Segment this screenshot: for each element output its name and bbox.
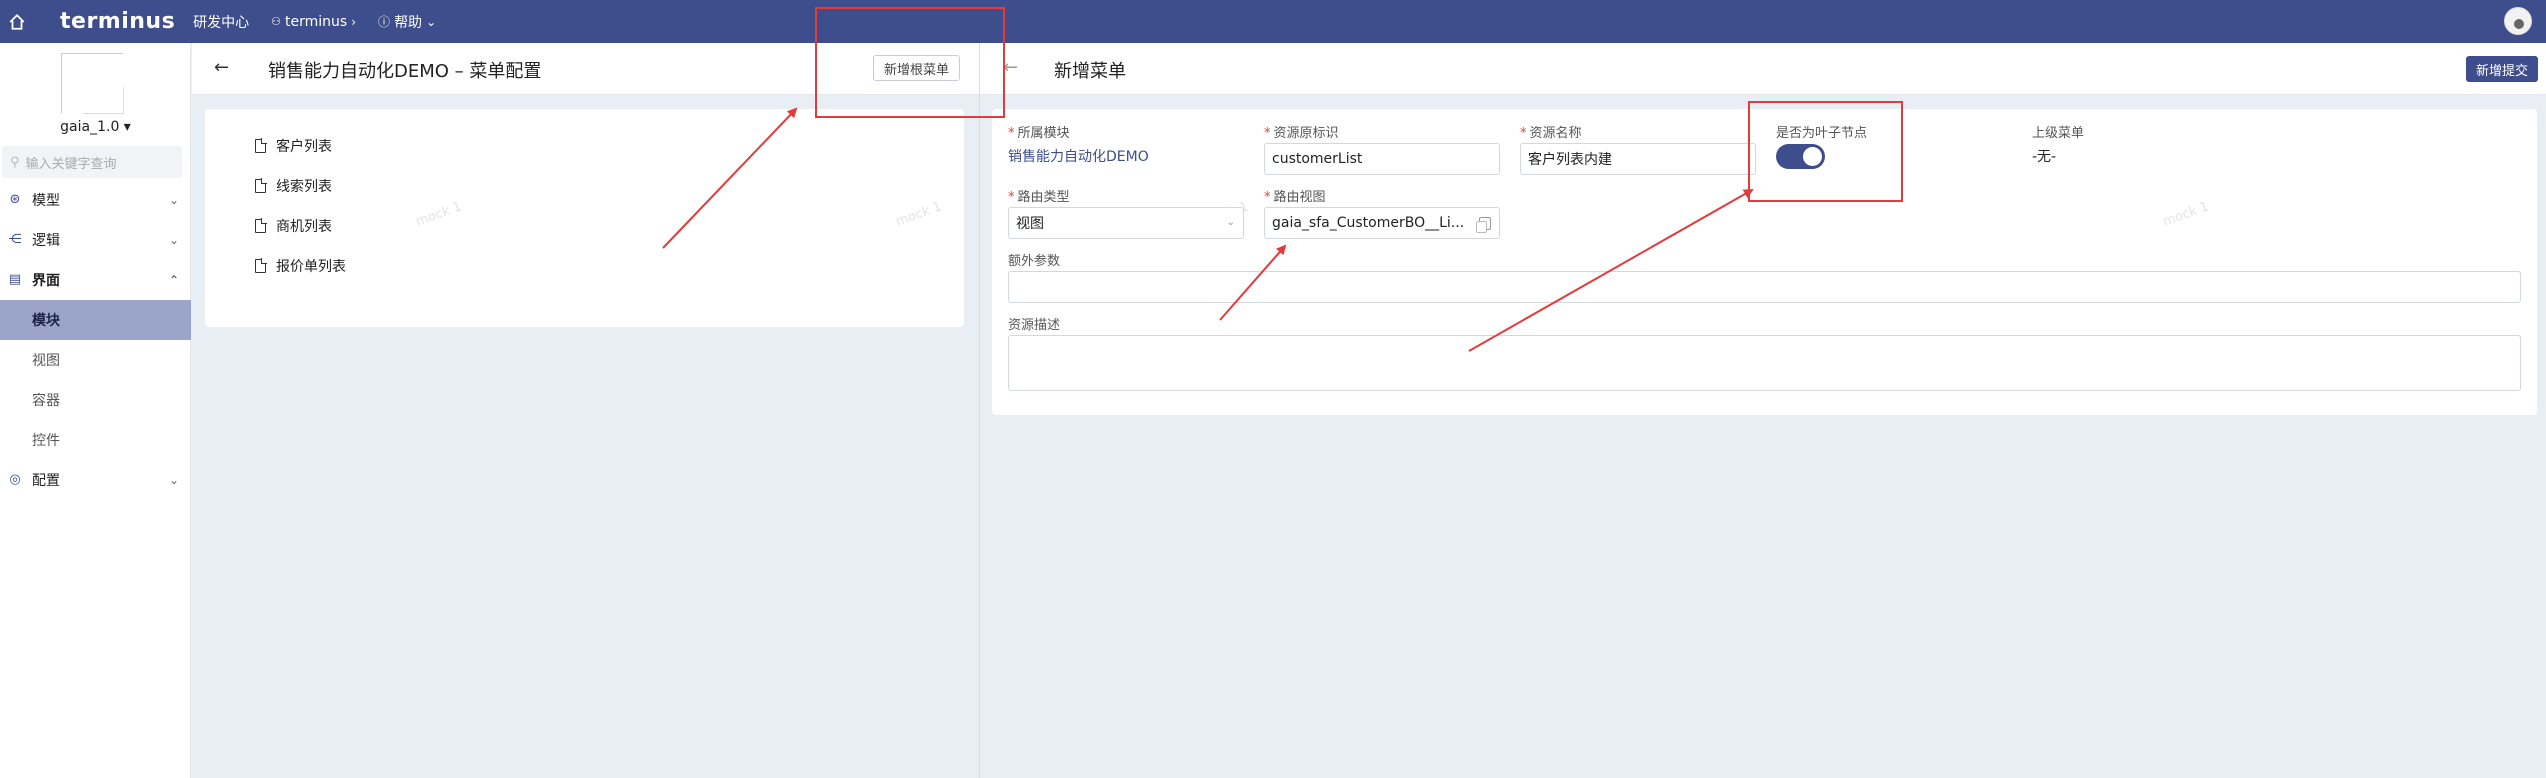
search-icon: ⚲ — [10, 154, 20, 170]
parent-menu-label: 上级菜单 — [2032, 126, 2085, 141]
chevron-up-icon: ⌃ — [168, 273, 179, 287]
search-input[interactable]: ⚲ 输入关键字查询 — [2, 146, 182, 178]
submit-new-button[interactable]: 新增提交 — [2465, 56, 2538, 82]
nav-dev-center-label: 研发中心 — [193, 14, 250, 31]
file-icon — [255, 258, 267, 273]
route-view-value: gaia_sfa_CustomerBO__Li... — [1272, 215, 1465, 231]
sidebar-item-view[interactable]: 视图 — [0, 340, 191, 380]
copy-icon[interactable] — [1476, 217, 1491, 233]
tree-item-label: 商机列表 — [276, 219, 332, 235]
layout-icon: ▤ — [8, 272, 22, 287]
parent-menu-value: -无- — [2032, 149, 2057, 165]
route-type-select[interactable]: 视图 ⌄ — [1008, 207, 1244, 239]
avatar[interactable] — [2504, 7, 2532, 35]
resource-key-input[interactable]: customerList — [1264, 143, 1500, 175]
route-view-input[interactable]: gaia_sfa_CustomerBO__Li... — [1264, 207, 1500, 239]
brand-logo[interactable]: terminus — [60, 9, 175, 34]
sidebar: gaia_1.0 ▾ ⚲ 输入关键字查询 ⊛ 模型 ⌄ ⋲ 逻辑 ⌄ ▤ 界面 … — [0, 43, 191, 778]
home-icon[interactable] — [8, 13, 26, 31]
route-type-value: 视图 — [1016, 216, 1044, 232]
nav-org[interactable]: ⚇ terminus › — [271, 14, 356, 30]
sidebar-item-ui[interactable]: ▤ 界面 ⌃ — [0, 260, 191, 300]
watermark: mock 1 — [2160, 199, 2211, 230]
sidebar-item-label: 界面 — [32, 273, 60, 289]
app-logo-image — [61, 53, 124, 114]
sidebar-item-control[interactable]: 控件 — [0, 420, 191, 460]
route-view-label: * 路由视图 — [1264, 190, 1326, 205]
sidebar-item-module[interactable]: 模块 — [0, 300, 191, 340]
sidebar-item-logic[interactable]: ⋲ 逻辑 ⌄ — [0, 220, 191, 260]
page-title: 销售能力自动化DEMO – 菜单配置 — [268, 61, 542, 82]
tree-item[interactable]: 客户列表 — [255, 136, 332, 156]
sidebar-item-label: 逻辑 — [32, 233, 60, 249]
chevron-down-icon: ⌄ — [1226, 217, 1235, 228]
module-label: * 所属模块 — [1008, 126, 1070, 141]
user-icon: ⚇ — [271, 15, 282, 28]
back-arrow-icon[interactable]: ← — [1003, 57, 1018, 78]
menu-tree-card: 客户列表 线索列表 商机列表 报价单列表 mock 1 mock 1 — [205, 109, 964, 327]
nav-dev-center[interactable]: 研发中心 — [193, 12, 249, 32]
chevron-down-icon: ⌄ — [426, 14, 437, 29]
resource-name-label: * 资源名称 — [1520, 126, 1582, 141]
resource-name-input[interactable]: 客户列表内建 — [1520, 143, 1756, 175]
route-type-label: * 路由类型 — [1008, 190, 1070, 205]
watermark: mock 1 — [413, 199, 464, 230]
chevron-right-icon: › — [351, 14, 357, 29]
sidebar-item-model[interactable]: ⊛ 模型 ⌄ — [0, 180, 191, 220]
search-placeholder: 输入关键字查询 — [25, 156, 117, 172]
nav-help-label: 帮助 — [394, 14, 423, 31]
extra-params-input[interactable] — [1008, 271, 2521, 303]
tree-item[interactable]: 线索列表 — [255, 176, 332, 196]
annotation-box — [815, 7, 1005, 118]
tree-item-label: 报价单列表 — [276, 259, 346, 275]
new-menu-header: ← 新增菜单 新增提交 — [980, 43, 2546, 95]
top-bar: terminus 研发中心 ⚇ terminus › ⓘ 帮助 ⌄ — [0, 0, 2546, 43]
tree-item[interactable]: 报价单列表 — [255, 256, 346, 276]
model-icon: ⊛ — [9, 192, 21, 207]
tree-item-label: 客户列表 — [276, 139, 332, 155]
sidebar-item-config[interactable]: ◎ 配置 ⌄ — [0, 460, 191, 500]
file-icon — [255, 218, 267, 233]
tree-item[interactable]: 商机列表 — [255, 216, 332, 236]
file-icon — [255, 178, 267, 193]
sidebar-item-label: 配置 — [32, 473, 60, 489]
module-value[interactable]: 销售能力自动化DEMO — [1008, 146, 1149, 166]
form-title: 新增菜单 — [1054, 61, 1126, 82]
file-icon — [255, 138, 267, 153]
settings-icon: ◎ — [9, 472, 21, 487]
tree-item-label: 线索列表 — [276, 179, 332, 195]
logic-icon: ⋲ — [8, 232, 22, 247]
extra-params-label: 额外参数 — [1008, 254, 1061, 269]
nav-help[interactable]: ⓘ 帮助 ⌄ — [378, 12, 436, 32]
resource-key-label: * 资源原标识 — [1264, 126, 1339, 141]
back-arrow-icon[interactable]: ← — [214, 57, 229, 78]
watermark: mock 1 — [893, 199, 944, 230]
sidebar-item-label: 模型 — [32, 193, 60, 209]
panel-divider[interactable] — [979, 43, 980, 778]
description-textarea[interactable] — [1008, 335, 2521, 391]
chevron-down-icon: ⌄ — [168, 193, 179, 207]
app-version-select[interactable]: gaia_1.0 ▾ — [0, 119, 191, 135]
description-label: 资源描述 — [1008, 318, 1061, 333]
nav-org-label: terminus — [285, 13, 348, 30]
annotation-box — [1748, 101, 1903, 202]
chevron-down-icon: ⌄ — [168, 233, 179, 247]
chevron-down-icon: ⌄ — [168, 473, 179, 487]
help-icon: ⓘ — [378, 15, 391, 29]
sidebar-item-container[interactable]: 容器 — [0, 380, 191, 420]
